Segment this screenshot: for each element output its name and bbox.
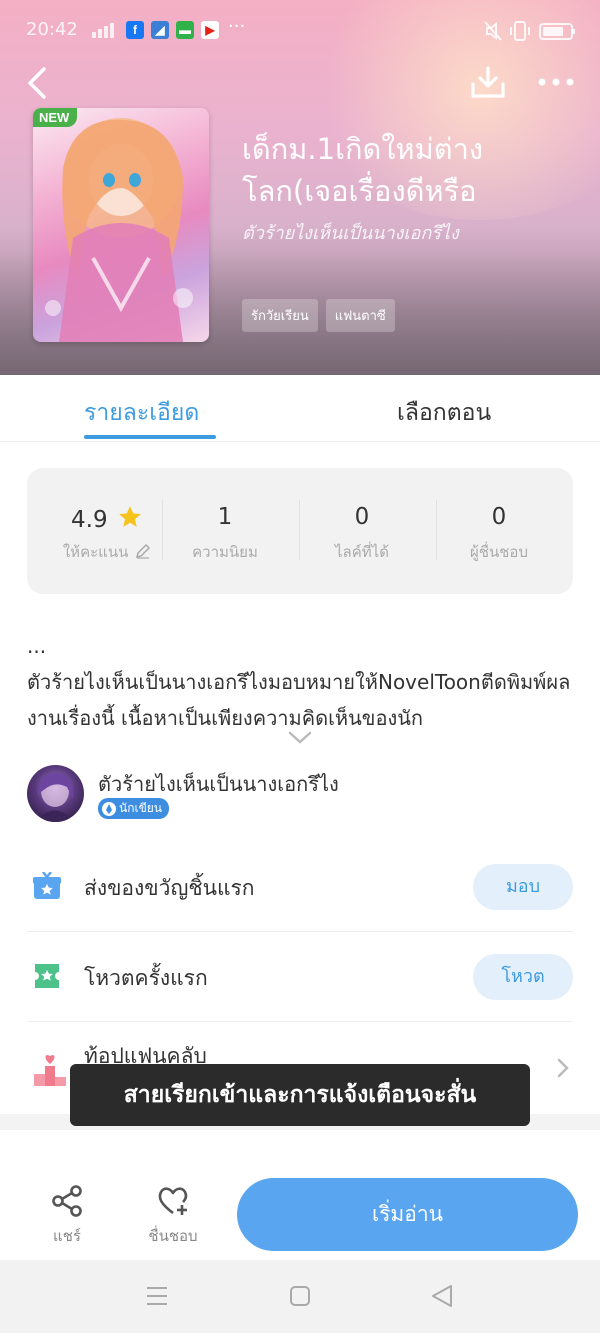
favorites-label: ผู้ชื่นชอบ: [470, 543, 528, 561]
stat-rating[interactable]: 4.9 ให้คะแนน: [39, 468, 175, 594]
rating-value: 4.9: [71, 507, 108, 533]
menu-icon[interactable]: [146, 1284, 168, 1312]
back-icon[interactable]: [26, 66, 48, 104]
back-triangle-icon[interactable]: [430, 1284, 454, 1312]
vibrate-icon: [510, 21, 530, 41]
give-gift-button[interactable]: มอบ: [473, 864, 573, 910]
likes-label: ไลค์ที่ได้: [335, 543, 389, 561]
share-icon: [52, 1185, 82, 1217]
vote-ticket-icon: [33, 962, 61, 994]
stat-favorites: 0 ผู้ชื่นชอบ: [431, 468, 567, 594]
browser-icon: ◢: [151, 21, 169, 39]
book-author[interactable]: ตัวร้ายไงเห็นเป็นนางเอกรึไง: [242, 218, 459, 247]
popularity-value: 1: [217, 504, 233, 530]
home-icon[interactable]: [289, 1284, 311, 1312]
facebook-icon: f: [126, 21, 144, 39]
status-bar: 20:42 f ◢ ▬ ▶ ···: [0, 0, 600, 60]
active-tab-indicator: [84, 435, 216, 439]
book-title: เด็กม.1เกิดใหม่ต่างโลก(เจอเรื่องดีหรือ: [242, 132, 484, 208]
battery-icon: [539, 23, 575, 40]
tag-fantasy[interactable]: แฟนตาซี: [325, 299, 395, 332]
status-right-icons: [484, 20, 576, 46]
likes-value: 0: [354, 504, 370, 530]
star-icon: [119, 506, 141, 527]
vibrate-toast: สายเรียกเข้าและการแจ้งเตือนจะสั่น: [70, 1064, 530, 1126]
pen-nib-icon: [102, 801, 116, 816]
tab-episodes[interactable]: เลือกตอน: [397, 395, 491, 431]
chat-icon: ▬: [176, 21, 194, 39]
tag-romance-school[interactable]: รักวัยเรียน: [242, 299, 318, 332]
book-header: 20:42 f ◢ ▬ ▶ ··· NEW เด็กม.1เกิดใหม่ต่า…: [0, 0, 600, 375]
system-navigation-bar: [0, 1260, 600, 1333]
description-ellipsis: ...: [27, 634, 47, 658]
book-description[interactable]: ... ตัวร้ายไงเห็นเป็นนางเอกรึไงมอบหมายให…: [27, 628, 575, 736]
rating-label: ให้คะแนน: [62, 543, 129, 561]
author-name[interactable]: ตัวร้ายไงเห็นเป็นนางเอกรึไง: [98, 768, 339, 800]
stat-rating-value-row: 4.9: [39, 504, 175, 533]
heart-add-icon: [158, 1187, 188, 1215]
stat-rating-label-row: ให้คะแนน: [39, 540, 175, 564]
start-reading-button[interactable]: เริ่มอ่าน: [237, 1178, 578, 1251]
gift-row: ส่งของขวัญชิ้นแรก มอบ: [27, 842, 573, 932]
new-badge: NEW: [33, 108, 78, 127]
fanclub-podium-icon: [33, 1052, 67, 1090]
signal-icon: [92, 22, 118, 38]
gift-icon: [33, 871, 61, 904]
writer-badge-label: นักเขียน: [119, 801, 163, 815]
status-time: 20:42: [26, 19, 78, 40]
popularity-label: ความนิยม: [192, 543, 258, 561]
author-row[interactable]: ตัวร้ายไงเห็นเป็นนางเอกรึไง นักเขียน: [27, 765, 573, 825]
writer-badge: นักเขียน: [98, 798, 170, 819]
tab-details[interactable]: รายละเอียด: [84, 395, 199, 431]
cover-illustration: [45, 118, 193, 342]
expand-chevron-icon[interactable]: [288, 730, 312, 749]
more-options-icon[interactable]: [537, 72, 577, 96]
author-avatar[interactable]: [27, 765, 84, 822]
chevron-right-icon[interactable]: [557, 1058, 569, 1082]
book-cover[interactable]: [33, 108, 209, 342]
vote-label: โหวตครั้งแรก: [84, 966, 208, 990]
edit-icon: [136, 543, 151, 559]
next-section-peek: [0, 1130, 600, 1172]
share-button[interactable]: แชร์: [27, 1184, 107, 1248]
favorites-value: 0: [491, 504, 507, 530]
stat-likes: 0 ไลค์ที่ได้: [294, 468, 430, 594]
download-icon[interactable]: [470, 64, 506, 104]
stat-popularity: 1 ความนิยม: [157, 468, 293, 594]
vote-row: โหวตครั้งแรก โหวต: [27, 932, 573, 1022]
favorite-label: ชื่นชอบ: [148, 1227, 198, 1245]
description-text: ตัวร้ายไงเห็นเป็นนางเอกรึไงมอบหมายให้Nov…: [27, 670, 571, 730]
mute-icon: [484, 21, 502, 41]
stats-card: 4.9 ให้คะแนน 1 ความนิยม 0 ไลค์ที่ได้ 0 ผ…: [27, 468, 573, 594]
more-notifications-indicator: ···: [228, 16, 246, 37]
bottom-action-bar: แชร์ ชื่นชอบ เริ่มอ่าน: [0, 1170, 600, 1260]
favorite-button[interactable]: ชื่นชอบ: [133, 1184, 213, 1248]
vote-button[interactable]: โหวต: [473, 954, 573, 1000]
share-label: แชร์: [53, 1227, 81, 1245]
content-tabs: รายละเอียด เลือกตอน: [0, 375, 600, 442]
youtube-icon: ▶: [201, 21, 219, 39]
genre-tags: รักวัยเรียน แฟนตาซี: [242, 299, 395, 332]
gift-label: ส่งของขวัญชิ้นแรก: [84, 876, 255, 900]
